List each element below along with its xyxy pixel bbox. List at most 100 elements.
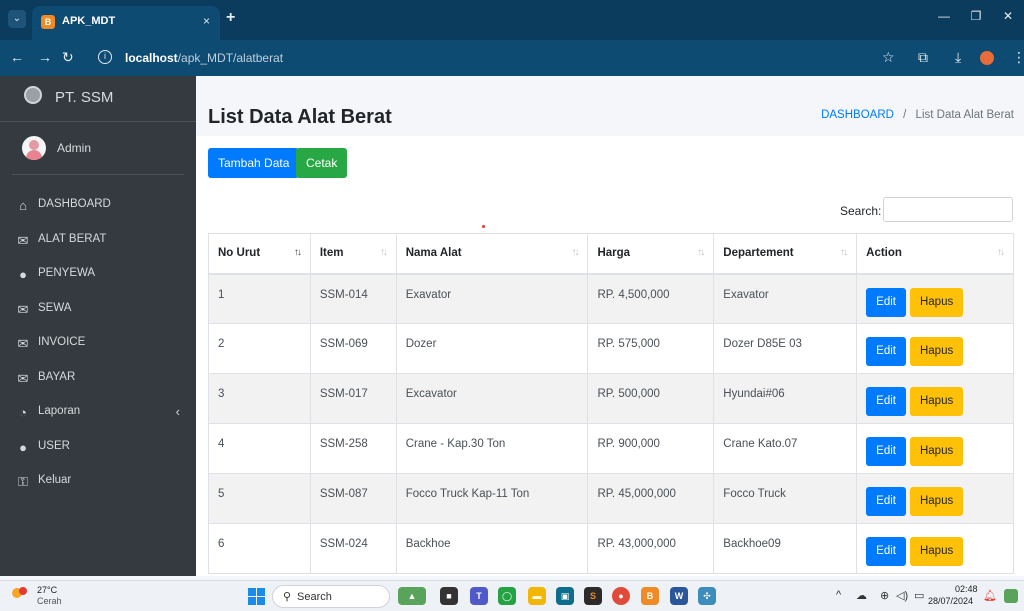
brand-link[interactable]: PT. SSM (0, 76, 196, 122)
delete-button[interactable]: Hapus (909, 387, 964, 416)
cell-item: SSM-087 (309, 473, 397, 524)
edit-button[interactable]: Edit (866, 387, 906, 416)
sidebar-item-sewa[interactable]: ✉ SEWA (0, 293, 196, 328)
download-icon[interactable]: ⤓ (955, 49, 961, 66)
breadcrumb-dashboard-link[interactable]: DASHBOARD (821, 109, 894, 121)
bookmark-star-icon[interactable]: ☆ (882, 49, 895, 66)
cell-nama-alat: Focco Truck Kap-11 Ton (395, 473, 589, 524)
site-info-icon[interactable]: i (98, 50, 112, 64)
profile-avatar-icon[interactable] (980, 51, 994, 65)
sort-icon: ↑↓ (697, 247, 705, 258)
back-icon[interactable]: ← (10, 49, 24, 65)
sidebar-item-label: ALAT BERAT (38, 232, 107, 245)
sidebar-item-invoice[interactable]: ✉ INVOICE (0, 327, 196, 362)
table-row: 3 SSM-017 Excavator RP. 500,000 Hyundai#… (208, 373, 1014, 424)
add-data-button[interactable]: Tambah Data (208, 148, 300, 178)
edit-button[interactable]: Edit (866, 337, 906, 366)
cell-harga: RP. 575,000 (587, 323, 715, 374)
column-header-item[interactable]: Item ↑↓ (309, 233, 397, 275)
reload-icon[interactable]: ↻ (62, 49, 74, 66)
sidebar-item-alat-berat[interactable]: ✉ ALAT BERAT (0, 224, 196, 259)
sidebar-item-laporan[interactable]: ◔ Laporan ‹ (0, 396, 196, 431)
new-tab-button[interactable]: + (226, 9, 235, 27)
sort-icon: ↑↓ (840, 247, 848, 258)
network-tray-icon[interactable]: ☁ (856, 589, 867, 602)
whatsapp-icon[interactable]: ◯ (498, 587, 516, 605)
tray-app-icon[interactable] (1004, 589, 1018, 603)
key-icon: ⚿ (18, 474, 28, 489)
decorative-dot (482, 225, 485, 228)
cell-harga: RP. 500,000 (587, 373, 715, 424)
store-icon[interactable]: ▣ (556, 587, 574, 605)
more-menu-icon[interactable]: ⋮ (1012, 49, 1024, 66)
sidebar-item-dashboard[interactable]: ⌂ DASHBOARD (0, 189, 196, 224)
chrome-icon[interactable]: ● (612, 587, 630, 605)
delete-button[interactable]: Hapus (909, 437, 964, 466)
weather-sun-icon[interactable] (8, 586, 28, 604)
battery-icon[interactable]: ▭ (914, 589, 924, 602)
url-field[interactable]: i localhost/apk_MDT/alatberat (90, 46, 870, 70)
sublime-icon[interactable]: S (584, 587, 602, 605)
windows-start-icon[interactable] (248, 588, 265, 605)
delete-button[interactable]: Hapus (909, 487, 964, 516)
close-tab-icon[interactable]: × (203, 14, 210, 28)
chevron-left-icon: ‹ (175, 404, 180, 419)
file-explorer-icon[interactable]: ▬ (528, 587, 546, 605)
clock-time[interactable]: 02:48 (955, 584, 978, 594)
volume-icon[interactable]: ◁) (896, 589, 908, 602)
print-button[interactable]: Cetak (296, 148, 348, 178)
forward-icon[interactable]: → (38, 49, 52, 65)
language-icon[interactable]: ⊕ (880, 589, 889, 602)
clock-date[interactable]: 28/07/2024 (928, 596, 973, 606)
teams-icon[interactable]: T (470, 587, 488, 605)
envelope-icon: ✉ (17, 336, 29, 351)
user-name[interactable]: Admin (57, 141, 91, 155)
browser-tab-bar: ⌄ B APK_MDT × + — ❐ ✕ (0, 0, 1024, 40)
close-window-icon[interactable]: ✕ (992, 0, 1024, 32)
sort-icon: ↑↓ (571, 247, 579, 258)
page-title: List Data Alat Berat (208, 106, 392, 128)
sidebar-item-label: BAYAR (38, 370, 76, 383)
table-row: 4 SSM-258 Crane - Kap.30 Ton RP. 900,000… (208, 423, 1014, 474)
envelope-icon: ✉ (17, 301, 29, 317)
delete-button[interactable]: Hapus (909, 337, 964, 366)
envelope-icon: ✉ (17, 370, 29, 386)
cell-nama-alat: Crane - Kap.30 Ton (395, 423, 589, 474)
taskbar-search[interactable]: ⚲ Search (272, 585, 390, 608)
widgets-icon[interactable]: ▲ (398, 587, 426, 605)
restore-icon[interactable]: ❐ (960, 0, 992, 32)
column-header-departement[interactable]: Departement ↑↓ (713, 233, 858, 275)
brand-text: PT. SSM (55, 89, 114, 106)
search-input[interactable] (883, 197, 1013, 222)
edit-button[interactable]: Edit (866, 537, 906, 566)
sidebar-item-bayar[interactable]: ✉ BAYAR (0, 362, 196, 397)
data-table: No Urut ↑↓ Item ↑↓ Nama Alat ↑↓ Harga ↑↓ Dep… (208, 233, 1014, 574)
user-icon: ● (19, 439, 27, 455)
search-icon: ⚲ (283, 591, 292, 603)
show-hidden-icons-icon[interactable]: ^ (836, 589, 841, 601)
column-header-nama-alat[interactable]: Nama Alat ↑↓ (395, 233, 589, 275)
column-header-harga[interactable]: Harga ↑↓ (587, 233, 715, 275)
sidebar-item-keluar[interactable]: ⚿ Keluar (0, 465, 196, 500)
tab-search-icon[interactable]: ⌄ (8, 10, 26, 28)
column-header-no-urut[interactable]: No Urut ↑↓ (208, 233, 311, 275)
word-icon[interactable]: W (670, 587, 688, 605)
edit-button[interactable]: Edit (866, 487, 906, 516)
sidebar-item-penyewa[interactable]: ● PENYEWA (0, 258, 196, 293)
task-view-icon[interactable]: ■ (440, 587, 458, 605)
minimize-icon[interactable]: — (928, 0, 960, 32)
column-header-action[interactable]: Action ↑↓ (856, 233, 1014, 275)
sort-ascending-icon: ↑↓ (293, 247, 302, 258)
edit-button[interactable]: Edit (866, 287, 906, 317)
browser-tab[interactable]: B APK_MDT × (32, 6, 220, 40)
delete-button[interactable]: Hapus (909, 537, 964, 566)
notification-bell-icon[interactable]: 🔔︎ (983, 589, 997, 602)
delete-button[interactable]: Hapus (909, 287, 964, 317)
app-icon[interactable]: ✣ (698, 587, 716, 605)
extensions-icon[interactable]: ⧉ (918, 49, 928, 66)
sidebar-item-user[interactable]: ● USER (0, 431, 196, 466)
xampp-icon[interactable]: B (641, 587, 659, 605)
sort-icon: ↑↓ (997, 247, 1005, 258)
edit-button[interactable]: Edit (866, 437, 906, 466)
search-label: Search: (840, 204, 882, 218)
